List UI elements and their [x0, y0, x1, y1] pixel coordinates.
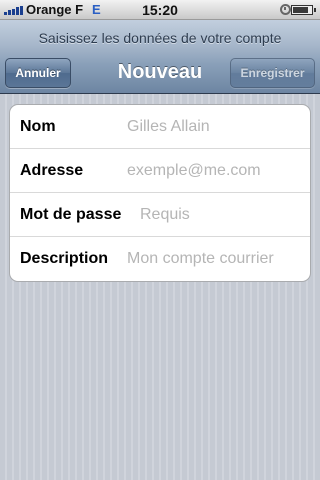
form-row-password: Mot de passe — [10, 193, 310, 237]
status-time: 15:20 — [142, 2, 178, 18]
password-field[interactable] — [140, 205, 302, 225]
password-label: Mot de passe — [20, 206, 122, 223]
form-row-description: Description — [10, 237, 310, 281]
orientation-lock-icon — [280, 4, 291, 15]
account-form: Nom Adresse Mot de passe Description — [9, 104, 311, 282]
description-field[interactable] — [127, 249, 302, 269]
nav-prompt: Saisissez les données de votre compte — [38, 30, 282, 46]
description-label: Description — [20, 250, 109, 267]
name-field[interactable] — [127, 117, 302, 137]
status-bar: Orange F E 15:20 — [0, 0, 320, 20]
address-label: Adresse — [20, 162, 84, 179]
form-row-name: Nom — [10, 105, 310, 149]
form-row-address: Adresse — [10, 149, 310, 193]
email-field[interactable] — [127, 161, 302, 181]
navigation-bar: Saisissez les données de votre compte An… — [0, 20, 320, 94]
name-label: Nom — [20, 118, 56, 135]
save-button[interactable]: Enregistrer — [230, 58, 315, 88]
battery-icon — [291, 5, 316, 15]
